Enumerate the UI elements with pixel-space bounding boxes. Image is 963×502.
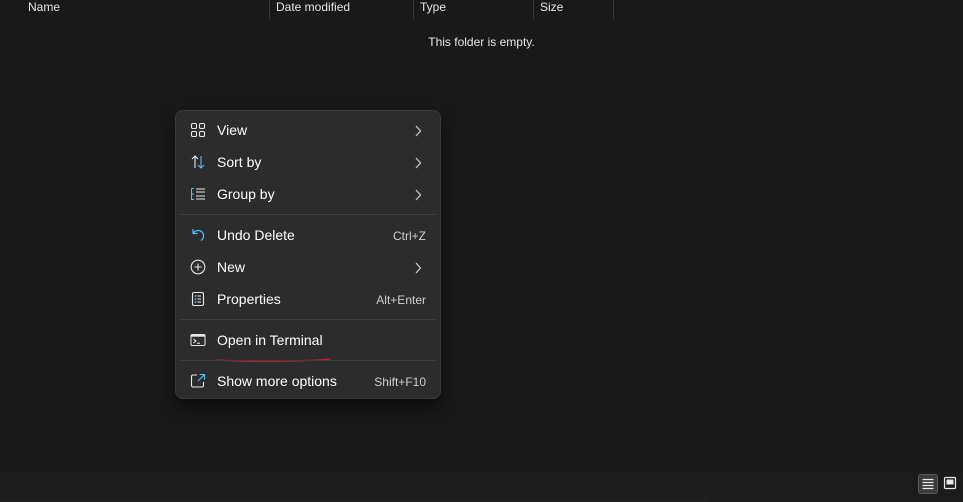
menu-item-label: Show more options (217, 373, 337, 389)
menu-item-show-more-options[interactable]: Show more options Shift+F10 (180, 365, 436, 397)
terminal-icon (190, 332, 206, 348)
column-header-row: Name Date modified Type Size (0, 0, 963, 19)
empty-folder-message: This folder is empty. (428, 35, 535, 49)
keyboard-shortcut: Ctrl+Z (393, 229, 426, 243)
view-grid-icon (190, 122, 206, 138)
undo-icon (190, 227, 206, 243)
menu-item-undo-delete[interactable]: Undo Delete Ctrl+Z (180, 219, 436, 251)
column-type-header[interactable]: Type (414, 0, 533, 19)
chevron-right-icon (414, 188, 422, 201)
group-list-icon (190, 186, 206, 202)
menu-item-sort-by[interactable]: Sort by (180, 146, 436, 178)
menu-separator (180, 319, 436, 320)
menu-item-properties[interactable]: Properties Alt+Enter (180, 283, 436, 315)
chevron-right-icon (414, 124, 422, 137)
menu-item-label: New (217, 259, 246, 275)
menu-item-group-by[interactable]: Group by (180, 178, 436, 210)
menu-item-new[interactable]: New (180, 251, 436, 283)
status-bar-strip (0, 497, 708, 502)
details-view-icon (919, 477, 937, 491)
sort-icon (190, 154, 206, 170)
menu-item-view[interactable]: View (180, 114, 436, 146)
tiles-view-button[interactable] (941, 474, 961, 494)
menu-item-label: Group by (217, 186, 275, 202)
tiles-view-icon (941, 476, 961, 490)
context-menu: View Sort by Group by Undo Delete Ctrl+Z… (175, 110, 441, 399)
open-external-icon (190, 373, 206, 389)
menu-separator (180, 360, 436, 361)
column-size-header[interactable]: Size (534, 0, 613, 19)
column-date-modified-header[interactable]: Date modified (270, 0, 413, 19)
keyboard-shortcut: Shift+F10 (374, 375, 426, 389)
menu-item-label: Properties (217, 291, 281, 307)
column-divider[interactable] (613, 0, 614, 19)
menu-separator (180, 214, 436, 215)
new-plus-icon (190, 259, 206, 275)
details-view-button[interactable] (918, 474, 938, 494)
chevron-right-icon (414, 261, 422, 274)
column-name-header[interactable]: Name (22, 0, 269, 19)
menu-item-label: Sort by (217, 154, 262, 170)
menu-item-label: Open in Terminal (217, 332, 323, 348)
menu-item-open-in-terminal[interactable]: Open in Terminal (180, 324, 436, 356)
menu-item-label: View (217, 122, 248, 138)
chevron-right-icon (414, 156, 422, 169)
menu-item-label: Undo Delete (217, 227, 295, 243)
properties-icon (190, 291, 206, 307)
file-explorer-pane: Name Date modified Type Size This folder… (0, 0, 963, 502)
keyboard-shortcut: Alt+Enter (376, 293, 426, 307)
